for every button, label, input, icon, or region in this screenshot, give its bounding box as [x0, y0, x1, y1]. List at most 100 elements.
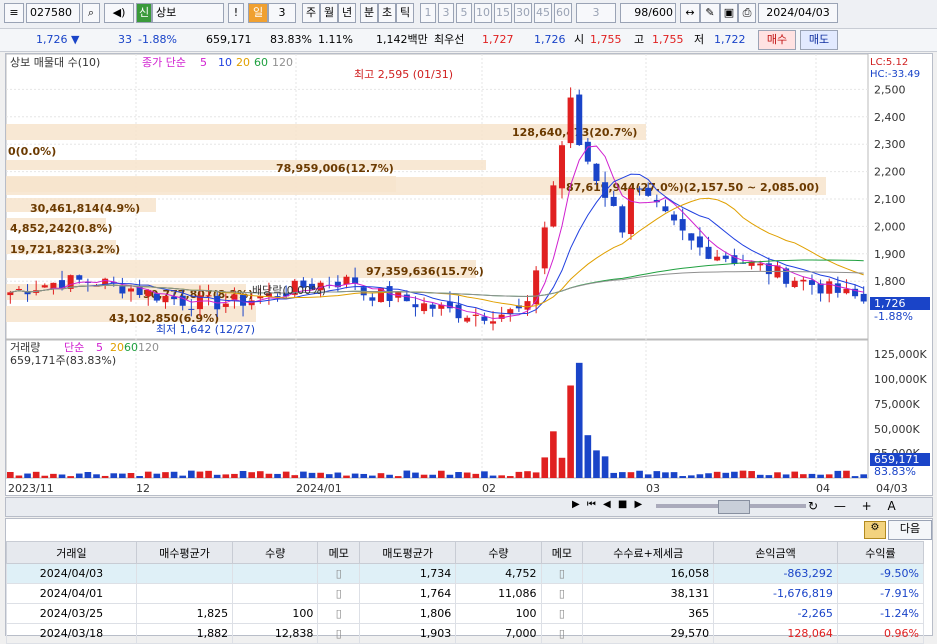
count-field[interactable]: 98/600 [620, 3, 676, 23]
table-header[interactable]: 거래일 [6, 541, 137, 564]
interval-10[interactable]: 10 [474, 3, 492, 23]
interval-15[interactable]: 15 [494, 3, 512, 23]
period-minute[interactable]: 분 [360, 3, 378, 23]
volume-bar [524, 471, 531, 478]
volume-bar [662, 472, 669, 478]
volume-bar [213, 474, 221, 478]
stock-name-field[interactable]: 상보 [152, 3, 224, 23]
volume-bar [782, 474, 790, 478]
rate-tag: -1.88% [874, 310, 913, 323]
current-price: 1,726 ▼ [36, 33, 80, 46]
print-icon[interactable]: ⎙ [738, 3, 756, 23]
memo-icon[interactable]: ▯ [317, 583, 361, 604]
max-price-label: 최고 2,595 (01/31) [354, 68, 453, 81]
period-day-select[interactable]: 3 [268, 3, 296, 23]
volume-bar [808, 473, 816, 478]
chart-canvas[interactable]: 2,500 2,400 2,300 2,200 2,100 2,000 1,900 1,800… [6, 54, 932, 495]
table-cell: 2024/03/18 [6, 623, 137, 644]
table-row[interactable]: 2024/03/25 1,825 100 ▯ 1,806 100 ▯ 365 -2,265 -1.… [6, 603, 925, 624]
table-header[interactable]: 수익률 [836, 541, 925, 564]
memo-icon[interactable]: ▯ [540, 603, 584, 624]
candle [722, 255, 729, 259]
zoom-icon[interactable]: ↔ [680, 3, 700, 23]
pen-icon[interactable]: ✎ [700, 3, 720, 23]
dividend-label: 배당락(0.00%) [252, 284, 326, 297]
next-button[interactable]: 다음 [888, 520, 932, 540]
save-icon[interactable]: ▣ [720, 3, 738, 23]
volume-bar [205, 470, 212, 478]
interval-3[interactable]: 3 [438, 3, 454, 23]
volume-bar [619, 472, 626, 478]
sell-button[interactable]: 매도 [800, 30, 838, 50]
stock-code-input[interactable]: 027580 [26, 3, 80, 23]
table-cell: 1,734 [359, 563, 457, 584]
table-header[interactable]: 메모 [540, 541, 584, 564]
volume-bar [196, 471, 204, 478]
volume-bar [188, 470, 195, 478]
date-input[interactable]: 2024/04/03 [758, 3, 838, 23]
trade-amount: 1,142백만 [376, 33, 428, 46]
table-header[interactable]: 메모 [317, 541, 361, 564]
alert-icon[interactable]: ! [228, 3, 244, 23]
chart-panel[interactable]: 2,500 2,400 2,300 2,200 2,100 2,000 1,900 1,800… [5, 53, 933, 496]
speaker-icon[interactable]: ◀) [104, 3, 134, 23]
interval-30[interactable]: 30 [514, 3, 532, 23]
period-week[interactable]: 주 [302, 3, 320, 23]
candle [584, 141, 591, 162]
table-cell: -2,265 [713, 603, 838, 624]
period-year[interactable]: 년 [338, 3, 356, 23]
table-header[interactable]: 손익금액 [713, 541, 838, 564]
bid-price-1: 1,727 [482, 33, 514, 46]
memo-icon[interactable]: ▯ [317, 623, 361, 644]
period-tick[interactable]: 틱 [396, 3, 414, 23]
volume-bar [515, 471, 523, 478]
zoom-controls[interactable]: ↻ — + A [808, 499, 934, 515]
interval-select[interactable]: 3 [576, 3, 616, 23]
memo-icon[interactable]: ▯ [540, 583, 584, 604]
interval-60[interactable]: 60 [554, 3, 572, 23]
table-row[interactable]: 2024/03/18 1,882 12,838 ▯ 1,903 7,000 ▯ 29,570 1… [6, 623, 925, 644]
settings-icon[interactable]: ⚙ [864, 521, 886, 539]
profile-label: 19,721,823(3.2%) [10, 243, 120, 256]
table-header[interactable]: 매수평균가 [135, 541, 234, 564]
table-cell: -863,292 [713, 563, 838, 584]
period-day-button[interactable]: 일 [248, 3, 268, 23]
candle [636, 188, 643, 190]
volume-bar [41, 475, 49, 478]
candle [688, 233, 695, 241]
memo-icon[interactable]: ▯ [317, 603, 361, 624]
memo-icon[interactable]: ▯ [540, 563, 584, 584]
table-row[interactable]: 2024/04/03 ▯ 1,734 4,752 ▯ 16,058 -863,292 -9.5… [6, 563, 925, 584]
volume-bar [127, 472, 135, 478]
period-second[interactable]: 초 [378, 3, 396, 23]
interval-5[interactable]: 5 [456, 3, 472, 23]
y-tick-label: 2,200 [874, 166, 906, 179]
table-header[interactable]: 수량 [455, 541, 542, 564]
memo-icon[interactable]: ▯ [540, 623, 584, 644]
period-month[interactable]: 월 [320, 3, 338, 23]
table-row[interactable]: 2024/04/01 ▯ 1,764 11,086 ▯ 38,131 -1,676,819-… [6, 583, 925, 604]
buy-button[interactable]: 매수 [758, 30, 796, 50]
table-header[interactable]: 수량 [232, 541, 319, 564]
interval-45[interactable]: 45 [534, 3, 552, 23]
y-tick-label: 1,900 [874, 248, 906, 261]
playback-controls[interactable]: ▶ ⏮ ◀ ■ ▶ [572, 499, 652, 515]
candle [76, 275, 83, 280]
vol-ma-value: 120 [138, 341, 159, 354]
volume-bar [153, 473, 161, 478]
volume-bar [455, 472, 462, 478]
interval-1[interactable]: 1 [420, 3, 436, 23]
lc-label: LC:5.12 [870, 57, 908, 68]
volume-bar [274, 473, 281, 478]
volume-bar [567, 385, 574, 478]
volume-bar [800, 474, 807, 478]
table-header[interactable]: 수수료+제세금 [582, 541, 715, 564]
menu-icon[interactable]: ≡ [4, 3, 24, 23]
low-price: 1,722 [714, 33, 746, 46]
search-icon[interactable]: ⌕ [82, 3, 100, 23]
memo-icon[interactable]: ▯ [317, 563, 361, 584]
table-header[interactable]: 매도평균가 [359, 541, 457, 564]
table-cell: 29,570 [582, 623, 715, 644]
candle [714, 256, 721, 261]
scrollbar-thumb[interactable] [718, 500, 750, 514]
